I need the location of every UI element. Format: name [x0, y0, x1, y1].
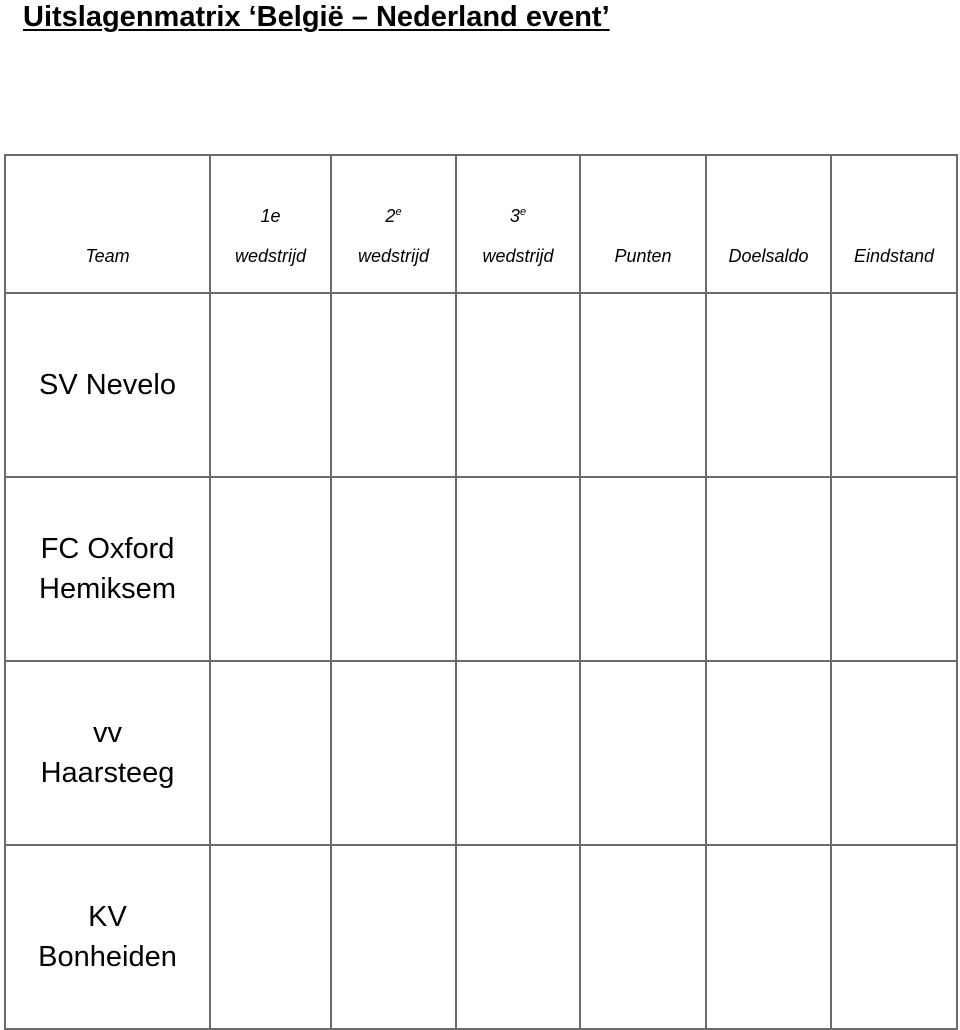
team-name-cell: vv Haarsteeg [4, 660, 211, 846]
final-standing-cell [830, 292, 958, 478]
match-3-cell [455, 844, 581, 1030]
match-2-cell [330, 292, 457, 478]
team-name-cell: KV Bonheiden [4, 844, 211, 1030]
match-1-cell [209, 476, 332, 662]
goal-difference-cell [705, 844, 832, 1030]
final-standing-cell [830, 660, 958, 846]
points-cell [579, 844, 707, 1030]
match-3-cell [455, 292, 581, 478]
team-name-cell: SV Nevelo [4, 292, 211, 478]
table-row: SV Nevelo [4, 292, 958, 478]
table-row: vv Haarsteeg [4, 660, 958, 846]
table-row: KV Bonheiden [4, 844, 958, 1030]
goal-difference-cell [705, 660, 832, 846]
points-cell [579, 476, 707, 662]
match-1-cell [209, 292, 332, 478]
results-matrix-table: Team 1e wedstrijd 2e wedstrijd 3e wedstr… [4, 154, 958, 1030]
header-row: Team 1e wedstrijd 2e wedstrijd 3e wedstr… [4, 154, 958, 294]
match-2-cell [330, 660, 457, 846]
final-standing-cell [830, 844, 958, 1030]
table-row: FC Oxford Hemiksem [4, 476, 958, 662]
points-cell [579, 660, 707, 846]
header-match-1: 1e wedstrijd [209, 154, 332, 294]
goal-difference-cell [705, 292, 832, 478]
final-standing-cell [830, 476, 958, 662]
header-team: Team [4, 154, 211, 294]
header-match-3: 3e wedstrijd [455, 154, 581, 294]
match-3-cell [455, 660, 581, 846]
page-title: Uitslagenmatrix ‘België – Nederland even… [23, 1, 610, 33]
header-match-2: 2e wedstrijd [330, 154, 457, 294]
goal-difference-cell [705, 476, 832, 662]
team-name-cell: FC Oxford Hemiksem [4, 476, 211, 662]
match-2-cell [330, 476, 457, 662]
match-2-cell [330, 844, 457, 1030]
header-goal-difference: Doelsaldo [705, 154, 832, 294]
header-final-standing: Eindstand [830, 154, 958, 294]
match-1-cell [209, 660, 332, 846]
points-cell [579, 292, 707, 478]
match-1-cell [209, 844, 332, 1030]
match-3-cell [455, 476, 581, 662]
header-points: Punten [579, 154, 707, 294]
